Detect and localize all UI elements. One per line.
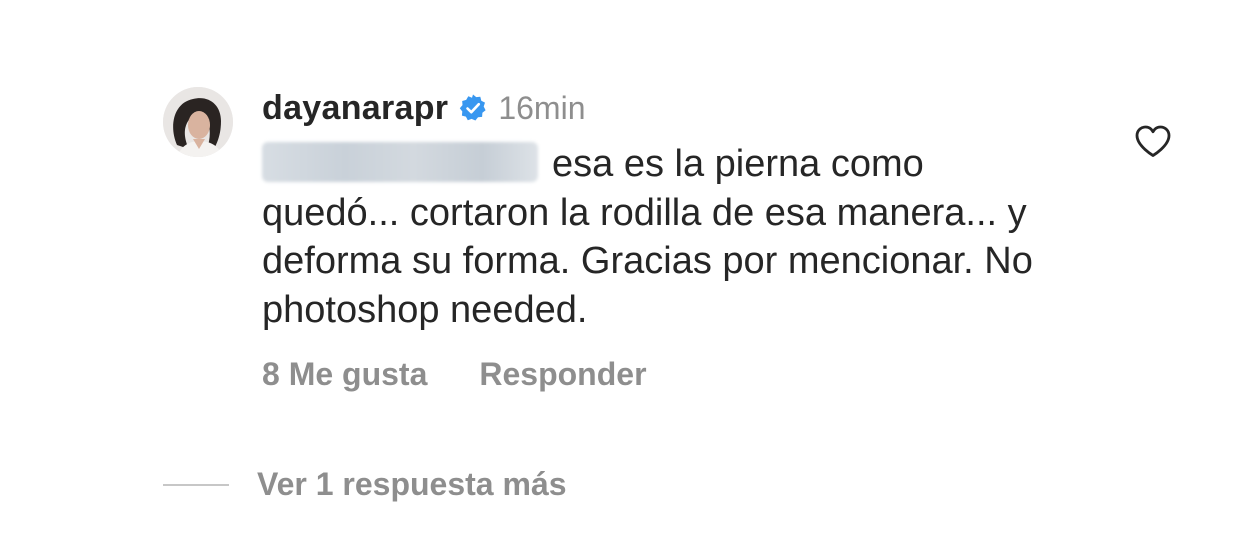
- view-replies-label: Ver 1 respuesta más: [257, 466, 567, 502]
- reply-button[interactable]: Responder: [479, 356, 646, 393]
- avatar-photo: [163, 87, 233, 157]
- heart-outline-icon[interactable]: [1134, 124, 1172, 158]
- comment-header: dayanarapr 16min: [262, 84, 585, 132]
- redacted-mention: [262, 142, 538, 182]
- comment-username[interactable]: dayanarapr: [262, 89, 448, 128]
- avatar[interactable]: [163, 87, 233, 157]
- likes-count-button[interactable]: 8 Me gusta: [262, 356, 427, 393]
- comment-actions: 8 Me gusta Responder: [262, 356, 647, 393]
- comment-body: esa es la pierna como quedó... cortaron …: [262, 140, 1042, 334]
- verified-badge-icon: [458, 93, 488, 123]
- comment-timestamp: 16min: [498, 89, 586, 126]
- replies-divider: [163, 483, 229, 486]
- view-replies-button[interactable]: Ver 1 respuesta más: [163, 466, 567, 503]
